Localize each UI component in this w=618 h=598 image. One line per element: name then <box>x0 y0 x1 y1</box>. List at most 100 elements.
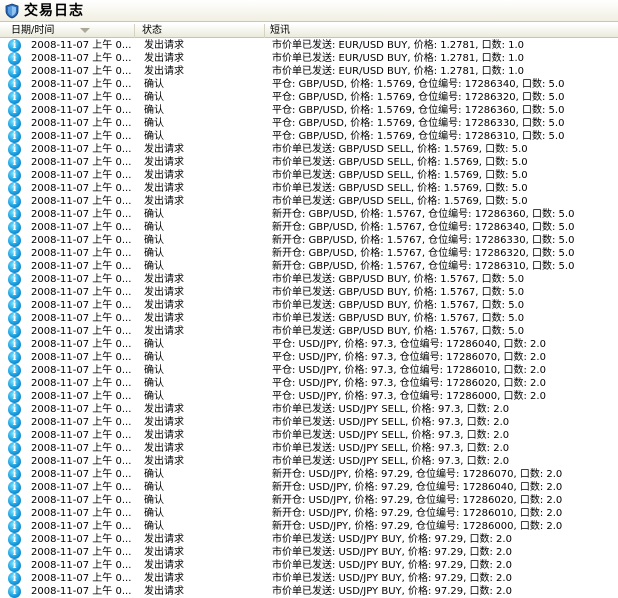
info-icon: i <box>8 208 21 221</box>
table-row[interactable]: i 2008-11-07 上午 0... 确认 新开仓: GBP/USD, 价格: 1… <box>0 208 618 221</box>
row-status: 确认 <box>144 118 164 129</box>
column-header-message-label: 短讯 <box>270 25 290 36</box>
table-row[interactable]: i 2008-11-07 上午 0... 发出请求 市价单已发送: USD/JPY S… <box>0 442 618 455</box>
table-row[interactable]: i 2008-11-07 上午 0... 确认 平仓: USD/JPY, 价格: 97… <box>0 390 618 403</box>
row-status: 确认 <box>144 508 164 519</box>
table-row[interactable]: i 2008-11-07 上午 0... 确认 新开仓: GBP/USD, 价格: 1… <box>0 221 618 234</box>
table-row[interactable]: i 2008-11-07 上午 0... 发出请求 市价单已发送: GBP/USD S… <box>0 156 618 169</box>
row-status: 发出请求 <box>144 196 184 207</box>
table-row[interactable]: i 2008-11-07 上午 0... 发出请求 市价单已发送: GBP/USD S… <box>0 195 618 208</box>
row-time: 2008-11-07 上午 0... <box>31 105 132 116</box>
row-status: 发出请求 <box>144 326 184 337</box>
table-row[interactable]: i 2008-11-07 上午 0... 确认 平仓: GBP/USD, 价格: 1.… <box>0 91 618 104</box>
row-message: 市价单已发送: GBP/USD SELL, 价格: 1.5769, 口数: 5.… <box>272 183 528 194</box>
row-status: 确认 <box>144 222 164 233</box>
table-row[interactable]: i 2008-11-07 上午 0... 发出请求 市价单已发送: GBP/USD B… <box>0 299 618 312</box>
info-icon: i <box>8 78 21 91</box>
row-status: 确认 <box>144 339 164 350</box>
row-time: 2008-11-07 上午 0... <box>31 352 132 363</box>
window-titlebar[interactable]: 交易日志 <box>0 0 618 22</box>
table-row[interactable]: i 2008-11-07 上午 0... 确认 新开仓: GBP/USD, 价格: 1… <box>0 234 618 247</box>
table-row[interactable]: i 2008-11-07 上午 0... 发出请求 市价单已发送: USD/JPY S… <box>0 455 618 468</box>
column-header-status[interactable]: 状态 <box>139 24 265 38</box>
info-icon: i <box>8 195 21 208</box>
table-row[interactable]: i 2008-11-07 上午 0... 确认 新开仓: USD/JPY, 价格: 9… <box>0 507 618 520</box>
row-time: 2008-11-07 上午 0... <box>31 534 132 545</box>
table-row[interactable]: i 2008-11-07 上午 0... 发出请求 市价单已发送: USD/JPY B… <box>0 546 618 559</box>
row-status: 确认 <box>144 79 164 90</box>
table-row[interactable]: i 2008-11-07 上午 0... 发出请求 市价单已发送: USD/JPY B… <box>0 559 618 572</box>
table-row[interactable]: i 2008-11-07 上午 0... 确认 平仓: GBP/USD, 价格: 1.… <box>0 130 618 143</box>
row-time: 2008-11-07 上午 0... <box>31 560 132 571</box>
window-title: 交易日志 <box>24 3 84 19</box>
row-message: 市价单已发送: GBP/USD BUY, 价格: 1.5767, 口数: 5.0 <box>272 313 525 324</box>
table-row[interactable]: i 2008-11-07 上午 0... 发出请求 市价单已发送: GBP/USD S… <box>0 143 618 156</box>
table-row[interactable]: i 2008-11-07 上午 0... 发出请求 市价单已发送: GBP/USD S… <box>0 169 618 182</box>
table-row[interactable]: i 2008-11-07 上午 0... 确认 新开仓: GBP/USD, 价格: 1… <box>0 247 618 260</box>
info-icon: i <box>8 442 21 455</box>
row-time: 2008-11-07 上午 0... <box>31 300 132 311</box>
row-status: 确认 <box>144 469 164 480</box>
log-table-body[interactable]: i 2008-11-07 上午 0... 发出请求 市价单已发送: EUR/USD B… <box>0 39 618 598</box>
row-time: 2008-11-07 上午 0... <box>31 469 132 480</box>
table-row[interactable]: i 2008-11-07 上午 0... 确认 新开仓: USD/JPY, 价格: 9… <box>0 520 618 533</box>
table-row[interactable]: i 2008-11-07 上午 0... 确认 平仓: USD/JPY, 价格: 97… <box>0 338 618 351</box>
row-time: 2008-11-07 上午 0... <box>31 248 132 259</box>
row-message: 平仓: GBP/USD, 价格: 1.5769, 仓位编号: 17286360,… <box>272 105 565 116</box>
row-message: 市价单已发送: GBP/USD SELL, 价格: 1.5769, 口数: 5.… <box>272 170 528 181</box>
row-time: 2008-11-07 上午 0... <box>31 235 132 246</box>
table-row[interactable]: i 2008-11-07 上午 0... 确认 平仓: GBP/USD, 价格: 1.… <box>0 104 618 117</box>
row-time: 2008-11-07 上午 0... <box>31 92 132 103</box>
row-status: 发出请求 <box>144 404 184 415</box>
row-message: 新开仓: USD/JPY, 价格: 97.29, 仓位编号: 17286000,… <box>272 521 563 532</box>
table-row[interactable]: i 2008-11-07 上午 0... 确认 平仓: USD/JPY, 价格: 97… <box>0 364 618 377</box>
table-row[interactable]: i 2008-11-07 上午 0... 发出请求 市价单已发送: USD/JPY B… <box>0 572 618 585</box>
info-icon: i <box>8 104 21 117</box>
row-time: 2008-11-07 上午 0... <box>31 508 132 519</box>
row-message: 平仓: USD/JPY, 价格: 97.3, 仓位编号: 17286040, 口… <box>272 339 546 350</box>
table-row[interactable]: i 2008-11-07 上午 0... 发出请求 市价单已发送: GBP/USD B… <box>0 312 618 325</box>
table-row[interactable]: i 2008-11-07 上午 0... 确认 平仓: GBP/USD, 价格: 1.… <box>0 117 618 130</box>
row-message: 平仓: GBP/USD, 价格: 1.5769, 仓位编号: 17286340,… <box>272 79 565 90</box>
table-row[interactable]: i 2008-11-07 上午 0... 确认 平仓: USD/JPY, 价格: 97… <box>0 351 618 364</box>
row-status: 确认 <box>144 209 164 220</box>
row-status: 确认 <box>144 352 164 363</box>
table-row[interactable]: i 2008-11-07 上午 0... 确认 新开仓: GBP/USD, 价格: 1… <box>0 260 618 273</box>
row-status: 确认 <box>144 248 164 259</box>
row-status: 发出请求 <box>144 573 184 584</box>
table-row[interactable]: i 2008-11-07 上午 0... 发出请求 市价单已发送: EUR/USD B… <box>0 39 618 52</box>
table-row[interactable]: i 2008-11-07 上午 0... 发出请求 市价单已发送: USD/JPY S… <box>0 416 618 429</box>
table-row[interactable]: i 2008-11-07 上午 0... 发出请求 市价单已发送: GBP/USD S… <box>0 182 618 195</box>
row-status: 发出请求 <box>144 560 184 571</box>
info-icon: i <box>8 520 21 533</box>
table-row[interactable]: i 2008-11-07 上午 0... 发出请求 市价单已发送: EUR/USD B… <box>0 52 618 65</box>
table-row[interactable]: i 2008-11-07 上午 0... 发出请求 市价单已发送: USD/JPY B… <box>0 585 618 598</box>
table-row[interactable]: i 2008-11-07 上午 0... 发出请求 市价单已发送: USD/JPY S… <box>0 403 618 416</box>
row-time: 2008-11-07 上午 0... <box>31 313 132 324</box>
table-row[interactable]: i 2008-11-07 上午 0... 确认 平仓: GBP/USD, 价格: 1.… <box>0 78 618 91</box>
table-row[interactable]: i 2008-11-07 上午 0... 确认 新开仓: USD/JPY, 价格: 9… <box>0 494 618 507</box>
table-row[interactable]: i 2008-11-07 上午 0... 确认 平仓: USD/JPY, 价格: 97… <box>0 377 618 390</box>
row-status: 确认 <box>144 105 164 116</box>
row-message: 市价单已发送: USD/JPY BUY, 价格: 97.29, 口数: 2.0 <box>272 586 512 597</box>
row-status: 发出请求 <box>144 547 184 558</box>
table-row[interactable]: i 2008-11-07 上午 0... 发出请求 市价单已发送: USD/JPY B… <box>0 533 618 546</box>
row-time: 2008-11-07 上午 0... <box>31 40 132 51</box>
table-row[interactable]: i 2008-11-07 上午 0... 发出请求 市价单已发送: GBP/USD B… <box>0 273 618 286</box>
column-header-time[interactable]: 日期/时间 <box>8 24 135 38</box>
table-row[interactable]: i 2008-11-07 上午 0... 发出请求 市价单已发送: GBP/USD B… <box>0 286 618 299</box>
table-row[interactable]: i 2008-11-07 上午 0... 确认 新开仓: USD/JPY, 价格: 9… <box>0 468 618 481</box>
table-row[interactable]: i 2008-11-07 上午 0... 发出请求 市价单已发送: EUR/USD B… <box>0 65 618 78</box>
row-time: 2008-11-07 上午 0... <box>31 144 132 155</box>
info-icon: i <box>8 429 21 442</box>
row-time: 2008-11-07 上午 0... <box>31 482 132 493</box>
table-row[interactable]: i 2008-11-07 上午 0... 发出请求 市价单已发送: USD/JPY S… <box>0 429 618 442</box>
row-message: 市价单已发送: GBP/USD SELL, 价格: 1.5769, 口数: 5.… <box>272 157 528 168</box>
info-icon: i <box>8 455 21 468</box>
column-header-message[interactable]: 短讯 <box>267 24 618 38</box>
table-row[interactable]: i 2008-11-07 上午 0... 发出请求 市价单已发送: GBP/USD B… <box>0 325 618 338</box>
row-message: 市价单已发送: USD/JPY BUY, 价格: 97.29, 口数: 2.0 <box>272 547 512 558</box>
info-icon: i <box>8 416 21 429</box>
table-row[interactable]: i 2008-11-07 上午 0... 确认 新开仓: USD/JPY, 价格: 9… <box>0 481 618 494</box>
row-message: 平仓: USD/JPY, 价格: 97.3, 仓位编号: 17286070, 口… <box>272 352 546 363</box>
